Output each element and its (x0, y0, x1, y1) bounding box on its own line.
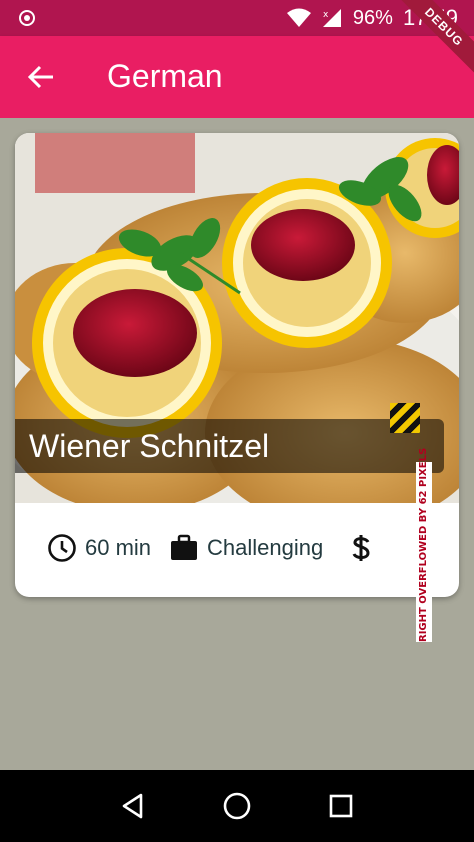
complexity-info: Challenging (169, 533, 323, 563)
back-button[interactable] (24, 60, 58, 94)
briefcase-icon (171, 534, 197, 560)
debug-banner: DEBUG (394, 0, 474, 80)
nav-recents-button[interactable] (325, 790, 357, 822)
clock-icon (48, 534, 76, 562)
arrow-back-icon (27, 65, 53, 89)
debug-banner-area: DEBUG (394, 0, 474, 80)
meal-meta-row: 60 min Challenging (15, 503, 459, 597)
dollar-icon (352, 535, 370, 561)
square-recents-icon (329, 794, 353, 818)
meal-card[interactable]: Wiener Schnitzel 60 min Challenging (15, 133, 459, 597)
navigation-bar (0, 770, 474, 842)
circle-home-icon (223, 792, 251, 820)
battery-percent: 96% (352, 6, 393, 29)
nav-back-button[interactable] (117, 790, 149, 822)
triangle-back-icon (122, 793, 143, 819)
nav-home-button[interactable] (221, 790, 253, 822)
svg-text:x: x (323, 10, 329, 20)
meal-title: Wiener Schnitzel (15, 419, 444, 473)
overflow-warning-label: RIGHT OVERFLOWED BY 62 PIXELS (416, 448, 432, 642)
record-icon (19, 10, 35, 26)
page-title: German (107, 58, 223, 94)
duration-info: 60 min (47, 533, 151, 563)
duration-text: 60 min (85, 535, 152, 560)
overflow-stripe (390, 403, 420, 433)
signal-icon: x (322, 9, 341, 27)
complexity-text: Challenging (207, 535, 324, 560)
wifi-icon (286, 8, 311, 27)
affordability-info (349, 533, 373, 563)
